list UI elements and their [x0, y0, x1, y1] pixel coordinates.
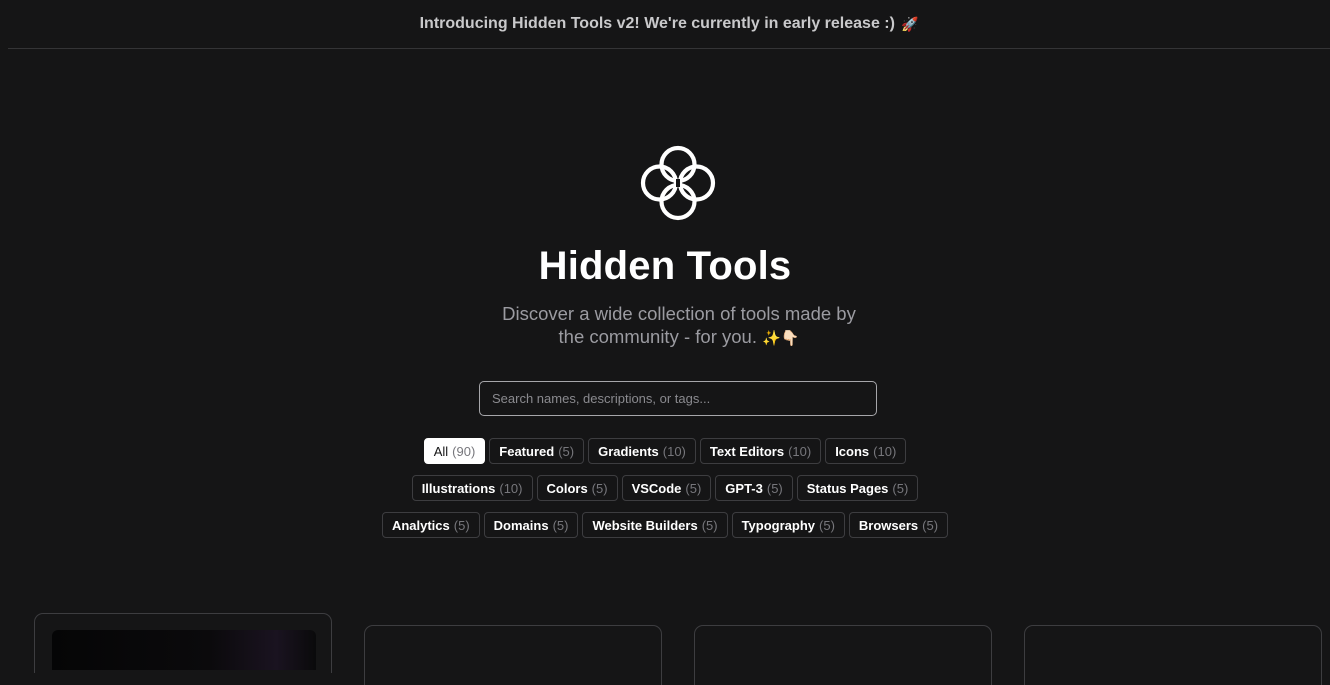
- filter-row-2: Illustrations (10) Colors (5) VSCode (5)…: [0, 475, 1330, 501]
- filter-label: Icons: [835, 443, 870, 459]
- filter-count: (5): [766, 480, 783, 496]
- filter-label: Featured: [499, 443, 555, 459]
- filter-count: (5): [685, 480, 702, 496]
- filter-label: Illustrations: [421, 480, 496, 496]
- tool-card-thumbnail: [52, 630, 316, 670]
- filter-label: Website Builders: [592, 517, 698, 533]
- page-title: Hidden Tools: [538, 244, 792, 288]
- filter-label: All: [433, 443, 449, 459]
- filter-label: Colors: [546, 480, 588, 496]
- announcement-bar: Introducing Hidden Tools v2! We're curre…: [8, 0, 1330, 49]
- filter-chip-featured[interactable]: Featured (5): [489, 438, 585, 464]
- filter-count: (5): [892, 480, 909, 496]
- filter-chip-illustrations[interactable]: Illustrations (10): [411, 475, 533, 501]
- filter-label: VSCode: [631, 480, 682, 496]
- search-input[interactable]: [479, 381, 877, 416]
- filter-count: (10): [873, 443, 897, 459]
- tool-card[interactable]: [1024, 625, 1322, 685]
- filter-count: (5): [453, 517, 470, 533]
- filter-chip-website-builders[interactable]: Website Builders (5): [582, 512, 728, 538]
- filter-label: Status Pages: [806, 480, 889, 496]
- filter-chip-browsers[interactable]: Browsers (5): [848, 512, 949, 538]
- filter-count: (5): [558, 443, 575, 459]
- filter-count: (10): [499, 480, 523, 496]
- filter-chip-vscode[interactable]: VSCode (5): [621, 475, 712, 501]
- filter-chip-status-pages[interactable]: Status Pages (5): [796, 475, 919, 501]
- filter-label: Typography: [741, 517, 816, 533]
- filter-count: (5): [591, 480, 608, 496]
- page-subtitle: Discover a wide collection of tools made…: [465, 302, 893, 350]
- sparkles-pointing-icon: ✨👇🏻: [762, 330, 800, 347]
- filter-row-3: Analytics (5) Domains (5) Website Builde…: [0, 512, 1330, 538]
- filter-count: (5): [552, 517, 569, 533]
- filter-label: Gradients: [598, 443, 659, 459]
- filter-label: Browsers: [858, 517, 919, 533]
- filter-chip-domains[interactable]: Domains (5): [483, 512, 579, 538]
- announcement-text: Introducing Hidden Tools v2! We're curre…: [419, 15, 895, 32]
- tool-card[interactable]: [364, 625, 662, 685]
- filter-count: (5): [819, 517, 835, 533]
- filter-count: (10): [788, 443, 812, 459]
- subtitle-line-2: the community - for you.: [558, 326, 757, 347]
- filter-chip-gpt3[interactable]: GPT-3 (5): [715, 475, 793, 501]
- interlocking-circles-icon: [640, 145, 716, 221]
- filter-row-1: All (90) Featured (5) Gradients (10) Tex…: [0, 438, 1330, 464]
- tool-card[interactable]: [694, 625, 992, 685]
- filter-chip-icons[interactable]: Icons (10): [825, 438, 907, 464]
- tool-card[interactable]: [34, 613, 332, 673]
- subtitle-line-1: Discover a wide collection of tools made…: [502, 303, 856, 324]
- filter-count: (10): [662, 443, 686, 459]
- filter-count: (5): [701, 517, 718, 533]
- filter-chip-gradients[interactable]: Gradients (10): [588, 438, 696, 464]
- rocket-icon: 🚀: [900, 15, 919, 32]
- filter-chip-typography[interactable]: Typography (5): [731, 512, 845, 538]
- filter-chip-text-editors[interactable]: Text Editors (10): [699, 438, 822, 464]
- filter-chip-analytics[interactable]: Analytics (5): [381, 512, 480, 538]
- filter-chip-colors[interactable]: Colors (5): [536, 475, 618, 501]
- filter-label: Text Editors: [709, 443, 785, 459]
- filter-count: (90): [452, 443, 476, 459]
- filter-label: GPT-3: [725, 480, 763, 496]
- filter-chip-all[interactable]: All (90): [423, 438, 486, 464]
- filter-label: Domains: [493, 517, 549, 533]
- filter-label: Analytics: [391, 517, 450, 533]
- filter-count: (5): [922, 517, 939, 533]
